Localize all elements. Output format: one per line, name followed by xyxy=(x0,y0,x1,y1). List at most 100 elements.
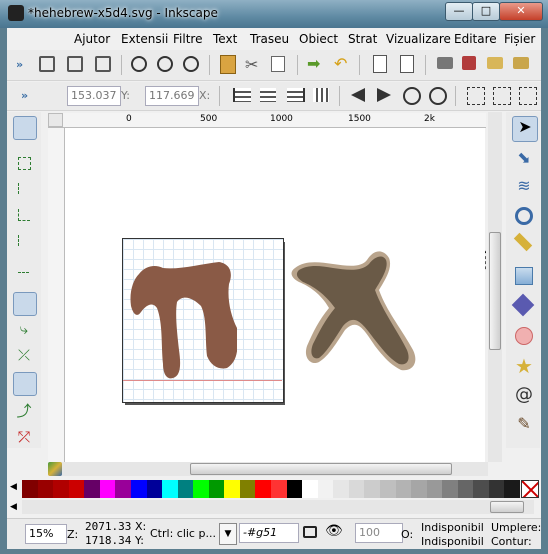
snap-intersection-icon[interactable]: ⤫ xyxy=(13,346,35,368)
color-swatch[interactable] xyxy=(22,480,38,498)
menu-object[interactable]: Obiect xyxy=(299,32,338,46)
zoom-corner-icon[interactable] xyxy=(48,113,63,127)
drawing-canvas[interactable] xyxy=(65,128,485,462)
snap-midpoint-icon[interactable] xyxy=(13,230,35,252)
snap-toggle-icon[interactable] xyxy=(13,116,37,140)
snap-nodes-icon[interactable] xyxy=(13,292,37,316)
lock-icon[interactable] xyxy=(303,526,317,538)
duplicate-icon[interactable] xyxy=(95,56,111,72)
zoom-page-icon[interactable] xyxy=(131,56,147,72)
color-swatch[interactable] xyxy=(457,480,474,498)
color-swatch[interactable] xyxy=(302,480,318,498)
snap-guide-icon[interactable]: ⤱ xyxy=(13,428,35,450)
zoom-tool-icon[interactable] xyxy=(512,204,536,228)
menu-view[interactable]: Vizualizare xyxy=(386,32,451,46)
y-coordinate-field[interactable]: 117.669 xyxy=(145,86,199,106)
minimize-button[interactable]: — xyxy=(445,2,473,21)
paste-icon[interactable] xyxy=(220,55,236,74)
x-coordinate-field[interactable]: 153.037 xyxy=(67,86,121,106)
color-swatch[interactable] xyxy=(84,480,100,498)
color-swatch[interactable] xyxy=(364,480,380,498)
horizontal-scrollbar-thumb[interactable] xyxy=(190,463,452,475)
color-swatch[interactable] xyxy=(379,480,396,498)
layer-name[interactable]: -#g51 xyxy=(239,523,299,543)
snap-nodes-icon[interactable] xyxy=(519,87,537,105)
undo-icon[interactable]: ↶ xyxy=(334,54,347,73)
palette-scroll-left-arrow-icon[interactable]: ◀ xyxy=(10,502,17,512)
export-icon[interactable] xyxy=(373,55,387,73)
opacity-field[interactable]: 100 xyxy=(355,523,403,543)
color-swatch[interactable] xyxy=(442,480,458,498)
color-swatch[interactable] xyxy=(348,480,365,498)
maximize-button[interactable]: □ xyxy=(472,2,500,21)
snap-bbox-edge-icon[interactable] xyxy=(13,178,35,200)
rotate-icon[interactable] xyxy=(403,87,421,105)
zoom-selection-icon[interactable] xyxy=(183,56,199,72)
color-swatch[interactable] xyxy=(239,480,256,498)
menu-edit[interactable]: Editare xyxy=(454,32,497,46)
color-swatch[interactable] xyxy=(193,480,209,498)
distribute-icon[interactable] xyxy=(313,88,329,102)
vertical-scrollbar[interactable] xyxy=(488,112,502,462)
menu-filters[interactable]: Filtre xyxy=(173,32,202,46)
color-swatch[interactable] xyxy=(37,480,54,498)
snap-path-icon[interactable]: ⤷ xyxy=(13,320,35,342)
cms-adjust-icon[interactable] xyxy=(48,462,62,476)
menu-file[interactable]: Fișier xyxy=(504,32,535,46)
color-swatch[interactable] xyxy=(130,480,147,498)
visibility-eye-icon[interactable]: 👁 xyxy=(325,523,343,539)
horizontal-scrollbar[interactable] xyxy=(60,462,488,476)
flip-v-icon[interactable] xyxy=(377,88,391,102)
pencil-tool-icon[interactable]: ✎ xyxy=(512,414,536,438)
color-swatch[interactable] xyxy=(473,480,489,498)
color-palette[interactable] xyxy=(22,480,520,498)
group-icon[interactable] xyxy=(39,56,55,72)
toolbar-overflow-icon[interactable]: » xyxy=(16,58,23,71)
color-swatch[interactable] xyxy=(99,480,116,498)
menu-layer[interactable]: Strat xyxy=(348,32,377,46)
menu-extensions[interactable]: Extensii xyxy=(121,32,168,46)
snap-cusp-icon[interactable]: ⤴ xyxy=(13,400,35,422)
import-icon[interactable] xyxy=(400,55,414,73)
close-button[interactable]: ✕ xyxy=(499,2,543,21)
save-icon[interactable] xyxy=(462,56,476,70)
node-tool-icon[interactable]: ⬊ xyxy=(512,148,536,172)
layer-dropdown[interactable]: ▼ xyxy=(219,523,237,545)
color-swatch[interactable] xyxy=(395,480,412,498)
3d-box-tool-icon[interactable] xyxy=(511,293,536,318)
snap-smooth-icon[interactable] xyxy=(13,372,37,396)
color-swatch[interactable] xyxy=(146,480,163,498)
open-icon[interactable] xyxy=(487,57,503,69)
glyph-hebrew-he[interactable] xyxy=(127,252,237,382)
selector-tool-icon[interactable]: ➤ xyxy=(512,116,538,142)
color-swatch[interactable] xyxy=(53,480,69,498)
zoom-field[interactable]: 15% xyxy=(25,524,67,544)
palette-scrollbar-thumb[interactable] xyxy=(490,501,524,513)
color-swatch[interactable] xyxy=(411,480,427,498)
glyph-hebrew-aleph[interactable] xyxy=(289,246,419,380)
color-swatch[interactable] xyxy=(68,480,85,498)
tweak-tool-icon[interactable]: ≋ xyxy=(512,176,536,200)
spiral-tool-icon[interactable]: @ xyxy=(512,384,536,408)
palette-scroll-left-icon[interactable]: ◀ xyxy=(10,482,17,492)
no-paint-swatch[interactable] xyxy=(521,480,539,498)
color-swatch[interactable] xyxy=(115,480,131,498)
color-swatch[interactable] xyxy=(224,480,240,498)
snap-bbox-corner-icon[interactable] xyxy=(13,204,35,226)
align-right-icon[interactable] xyxy=(287,88,305,102)
rectangle-tool-icon[interactable] xyxy=(512,264,536,288)
copy-icon[interactable] xyxy=(271,56,285,72)
menu-path[interactable]: Traseu xyxy=(250,32,289,46)
ellipse-tool-icon[interactable] xyxy=(512,324,536,348)
color-swatch[interactable] xyxy=(504,480,520,498)
redo-icon[interactable]: ➡ xyxy=(307,54,320,73)
snap-bbox-icon[interactable] xyxy=(493,87,511,105)
color-swatch[interactable] xyxy=(488,480,505,498)
snap-icon[interactable] xyxy=(467,87,485,105)
controls-overflow-icon[interactable]: » xyxy=(21,89,28,102)
palette-scrollbar[interactable] xyxy=(22,500,534,514)
flip-icon[interactable] xyxy=(351,88,365,102)
snap-center-icon[interactable] xyxy=(13,256,35,278)
menu-help[interactable]: Ajutor xyxy=(74,32,110,46)
cut-icon[interactable]: ✂ xyxy=(245,55,258,74)
